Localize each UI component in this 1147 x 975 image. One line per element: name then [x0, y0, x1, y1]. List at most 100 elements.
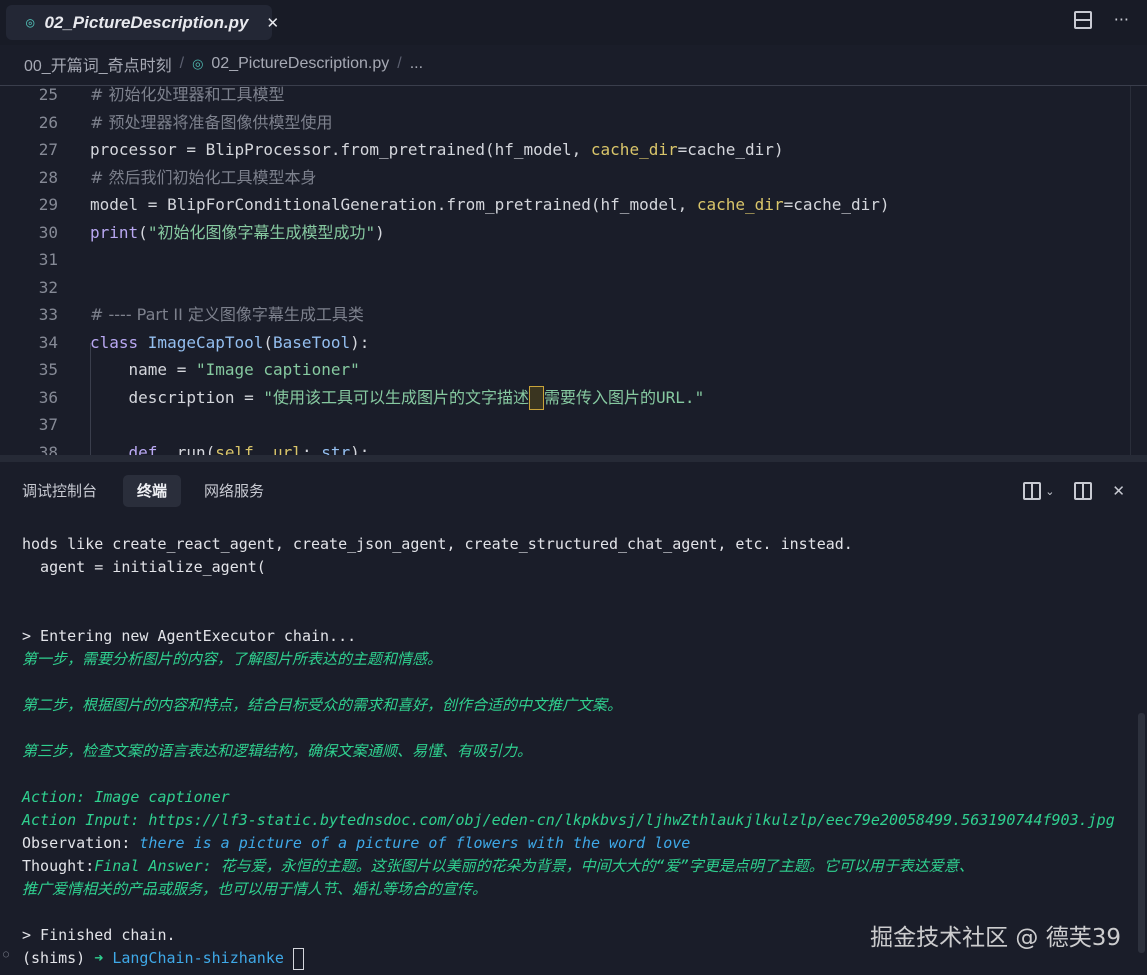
code-token: model = BlipForConditionalGeneration.fro…: [90, 195, 697, 214]
editor-tab-bar: ◎ 02_PictureDescription.py ✕ ···: [0, 0, 1147, 45]
text-cursor: [529, 386, 545, 410]
line-number: 26: [38, 112, 58, 132]
code-text: # 然后我们初始化工具模型本身: [90, 164, 317, 191]
split-editor-icon[interactable]: [1073, 10, 1092, 29]
code-token: "Image captioner": [195, 360, 360, 379]
terminal-text: > Finished chain.: [22, 926, 176, 944]
line-number: 32: [38, 277, 58, 297]
python-icon: ◎: [192, 56, 204, 71]
breadcrumb-separator: /: [179, 55, 185, 72]
terminal-text: 第一步，需要分析图片的内容，了解图片所表达的主题和情感。: [22, 650, 443, 668]
breadcrumb-file[interactable]: 02_PictureDescription.py: [211, 55, 389, 73]
python-icon: ◎: [26, 14, 35, 31]
terminal-text: 第三步，检查文案的语言表达和逻辑结构，确保文案通顺、易懂、有吸引力。: [22, 742, 533, 760]
code-token: class: [90, 332, 148, 352]
more-icon[interactable]: ···: [1114, 10, 1129, 29]
tab-terminal[interactable]: 终端: [123, 475, 182, 507]
code-text: class ImageCapTool(BaseTool):: [90, 329, 369, 356]
line-number: 37: [38, 415, 58, 434]
code-token: ): [375, 222, 385, 242]
terminal-text: agent = initialize_agent(: [22, 558, 266, 576]
terminal-cursor: [292, 947, 304, 970]
terminal-line: Thought:Final Answer: 花与爱，永恒的主题。这张图片以美丽的…: [22, 855, 974, 878]
code-text: print("初始化图像字幕生成模型成功"): [90, 219, 385, 246]
close-icon[interactable]: ✕: [1112, 482, 1125, 500]
terminal-text: 推广爱情相关的产品或服务，也可以用于情人节、婚礼等场合的宣传。: [22, 880, 488, 898]
watermark: 掘金技术社区 @ 德芙39: [870, 925, 1121, 951]
code-text: description = "使用该工具可以生成图片的文字描述 需要传入图片的UR…: [90, 384, 704, 411]
terminal-text: Observation:: [22, 834, 140, 852]
code-token: processor = BlipProcessor.from_pretraine…: [90, 140, 591, 159]
tab-debug-console[interactable]: 调试控制台: [8, 475, 111, 507]
code-token: description =: [90, 387, 264, 407]
terminal-scrollbar[interactable]: [1138, 713, 1145, 953]
code-token: # 然后我们初始化工具模型本身: [90, 167, 317, 187]
terminal-status-dot: ○: [3, 949, 10, 960]
line-number: 29: [38, 195, 58, 214]
terminal-line: agent = initialize_agent(: [22, 556, 266, 579]
chevron-down-icon[interactable]: ⌄: [1045, 485, 1054, 498]
code-editor[interactable]: 25 # 初始化处理器和工具模型 26 # 预处理器将准备图像供模型使用 27 proce…: [0, 85, 1147, 455]
panel-splitter[interactable]: [0, 455, 1147, 462]
close-icon[interactable]: ✕: [267, 14, 280, 32]
tab-file[interactable]: ◎ 02_PictureDescription.py ✕: [6, 5, 279, 40]
code-token: ImageCapTool: [147, 332, 264, 352]
breadcrumb-folder[interactable]: 00_开篇词_奇点时刻: [24, 52, 172, 76]
editor-scrollbar[interactable]: [1130, 86, 1131, 455]
terminal-line: 第二步，根据图片的内容和特点，结合目标受众的需求和喜好，创作合适的中文推广文案。: [22, 694, 622, 717]
terminal-text: Final Answer: 花与爱，永恒的主题。这张图片以美丽的花朵为背景，中间…: [94, 857, 974, 875]
code-text: name = "Image captioner": [90, 356, 360, 383]
terminal-line: 推广爱情相关的产品或服务，也可以用于情人节、婚礼等场合的宣传。: [22, 878, 487, 901]
code-text: # ---- Part II 定义图像字幕生成工具类: [90, 301, 364, 328]
terminal-line: (shims) ➜ LangChain-shizhanke: [22, 947, 304, 970]
code-token: # 预处理器将准备图像供模型使用: [90, 112, 333, 132]
code-token: ,: [253, 442, 274, 456]
code-token: str: [321, 442, 351, 456]
panel-tabs: 调试控制台 终端 网络服务 ⌄ ✕: [0, 462, 1147, 518]
terminal-line: hods like create_react_agent, create_jso…: [22, 533, 853, 556]
terminal-text: ➜: [94, 949, 113, 967]
line-number: 34: [38, 332, 58, 352]
terminal-line: 第三步，检查文案的语言表达和逻辑结构，确保文案通顺、易懂、有吸引力。: [22, 740, 532, 763]
code-text: model = BlipForConditionalGeneration.fro…: [90, 191, 890, 218]
breadcrumb-more[interactable]: ...: [410, 55, 423, 73]
code-token: "使用该工具可以生成图片的文字描述: [263, 387, 530, 407]
code-token: _run(: [167, 442, 216, 456]
breadcrumb: 00_开篇词_奇点时刻 / ◎ 02_PictureDescription.py…: [24, 52, 423, 76]
code-token: print: [90, 222, 139, 242]
code-token: (: [138, 222, 148, 242]
terminal-text: Thought:: [22, 857, 95, 875]
code-token: 需要传入图片的URL.": [544, 387, 705, 407]
code-token: BaseTool: [273, 332, 351, 352]
code-token: =cache_dir): [677, 140, 784, 159]
line-number: 31: [38, 250, 58, 269]
line-number: 25: [38, 85, 58, 104]
terminal-line: 第一步，需要分析图片的内容，了解图片所表达的主题和情感。: [22, 648, 442, 671]
terminal-line: Observation: there is a picture of a pic…: [22, 832, 690, 855]
line-number: 33: [38, 305, 58, 324]
layout-icon[interactable]: [1074, 482, 1093, 500]
terminal-text: 第二步，根据图片的内容和特点，结合目标受众的需求和喜好，创作合适的中文推广文案。: [22, 696, 623, 714]
tab-network-services[interactable]: 网络服务: [190, 475, 278, 507]
terminal-text: hods like create_react_agent, create_jso…: [22, 535, 853, 553]
code-text: # 预处理器将准备图像供模型使用: [90, 109, 333, 136]
line-number: 36: [38, 387, 58, 407]
line-number: 35: [38, 360, 58, 379]
tab-title: 02_PictureDescription.py: [44, 12, 249, 32]
split-terminal-icon[interactable]: [1023, 482, 1042, 500]
code-token: ):: [350, 332, 370, 352]
line-number: 30: [38, 222, 58, 242]
terminal-line: > Finished chain.: [22, 924, 176, 947]
code-text: def _run(self, url: str):: [90, 439, 370, 456]
code-token: "初始化图像字幕生成模型成功": [147, 222, 376, 242]
code-token: =cache_dir): [783, 195, 890, 214]
terminal-text: (shims): [22, 949, 95, 967]
line-number: 28: [38, 167, 58, 187]
code-token: cache_dir: [590, 140, 678, 159]
code-token: self: [215, 442, 254, 456]
terminal-text: > Entering new AgentExecutor chain...: [22, 627, 357, 645]
terminal-line: > Entering new AgentExecutor chain...: [22, 625, 356, 648]
terminal-output[interactable]: hods like create_react_agent, create_jso…: [0, 520, 1147, 975]
code-token: # 初始化处理器和工具模型: [90, 85, 285, 104]
code-token: ):: [350, 442, 370, 456]
